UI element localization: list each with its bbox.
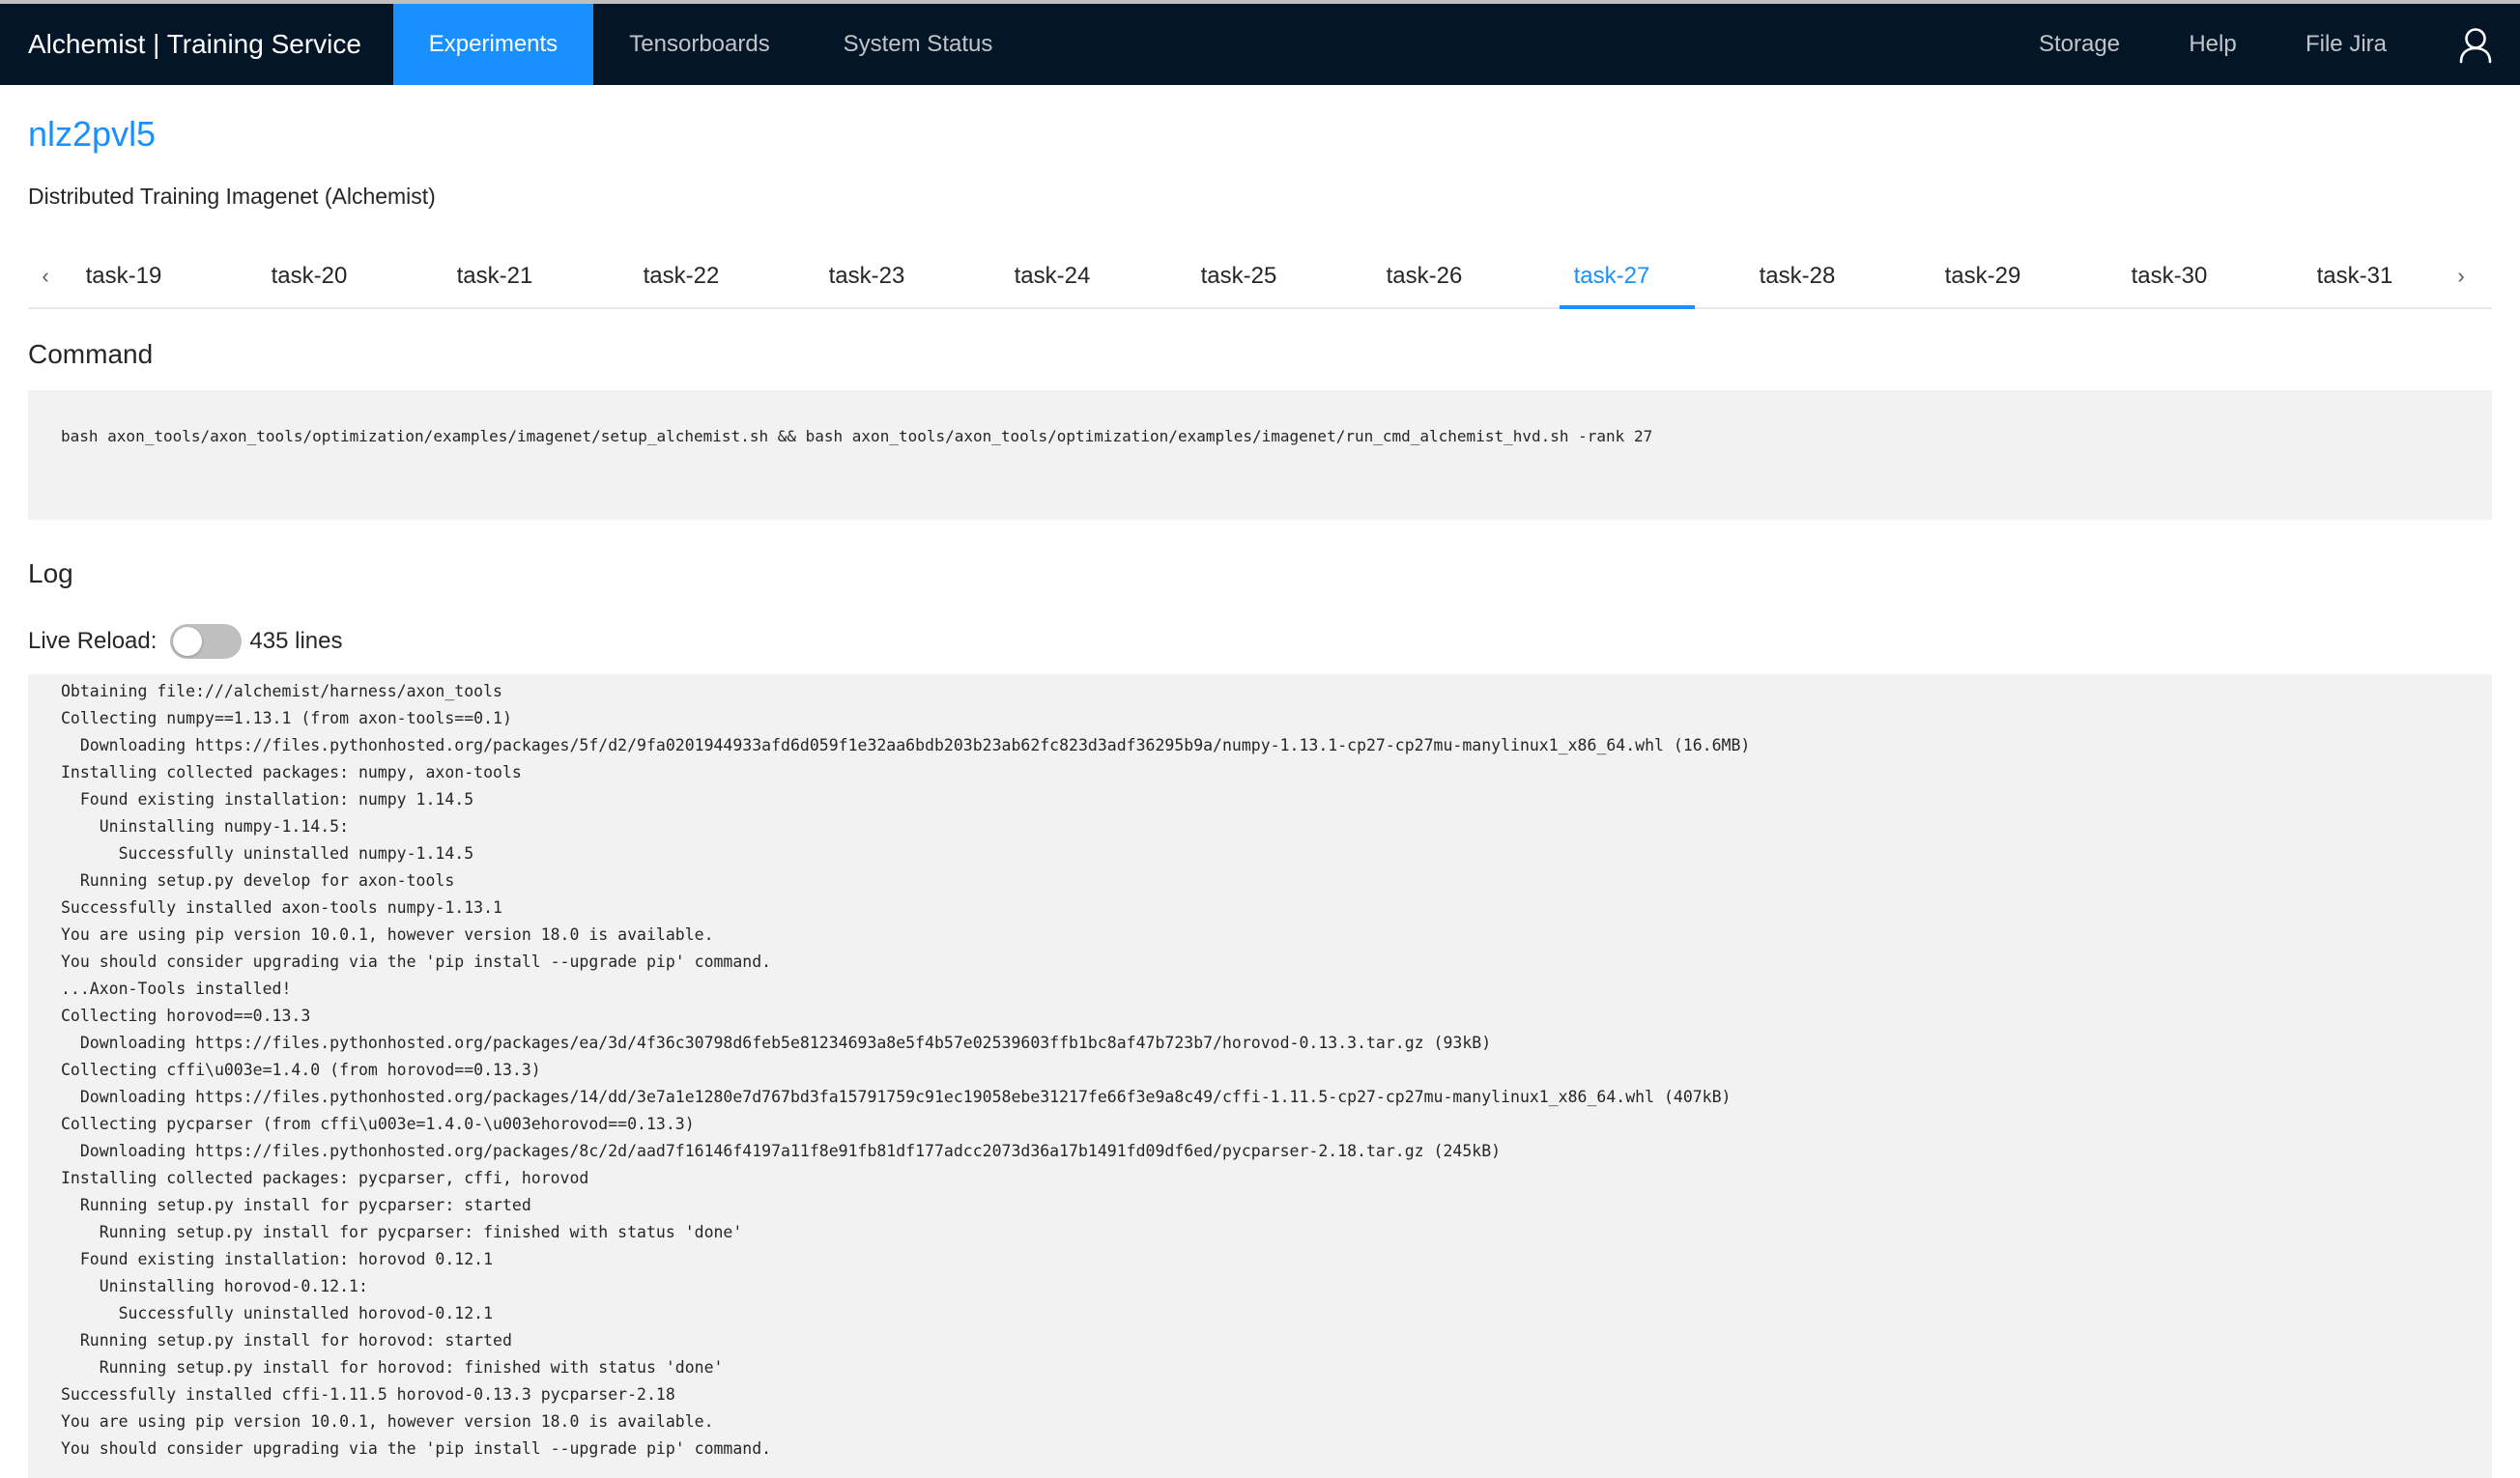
log-line: Obtaining file:///alchemist/harness/axon… (61, 682, 502, 700)
experiment-id: nlz2pvl5 (28, 114, 157, 154)
log-line: Running setup.py install for pycparser: … (61, 1196, 531, 1214)
log-line: Successfully installed cffi-1.11.5 horov… (61, 1385, 675, 1404)
log-line: Collecting pycparser (from cffi\u003e=1.… (61, 1115, 695, 1133)
log-line: You should consider upgrading via the 'p… (61, 1439, 772, 1458)
log-line: You are using pip version 10.0.1, howeve… (61, 1412, 714, 1431)
log-line-count: 435 lines (249, 628, 343, 654)
log-line: Found existing installation: numpy 1.14.… (61, 790, 474, 809)
log-section-title: Log (28, 558, 73, 588)
log-line: Downloading https://files.pythonhosted.o… (61, 736, 1751, 754)
nav-system-status[interactable]: System Status (806, 4, 1030, 85)
log-line: Successfully uninstalled horovod-0.12.1 (61, 1304, 494, 1322)
log-line: Collecting horovod==0.13.3 (61, 1007, 311, 1025)
log-line: Collecting cffi\u003e=1.4.0 (from horovo… (61, 1061, 541, 1079)
log-line: Downloading https://files.pythonhosted.o… (61, 1034, 1492, 1052)
live-reload-label: Live Reload: (28, 628, 158, 654)
tab-task-24[interactable]: task-24 (999, 245, 1105, 307)
nav-help[interactable]: Help (2147, 4, 2278, 85)
log-panel[interactable]: Obtaining file:///alchemist/harness/axon… (28, 674, 2492, 1478)
log-line: Installing collected packages: numpy, ax… (61, 763, 522, 782)
live-reload-toggle[interactable] (170, 624, 243, 659)
toggle-knob (173, 627, 203, 656)
tab-task-30[interactable]: task-30 (2116, 245, 2222, 307)
tab-task-31[interactable]: task-31 (2302, 245, 2408, 307)
tabs-prev-icon[interactable]: ‹ (28, 245, 63, 307)
tab-task-23[interactable]: task-23 (814, 245, 920, 307)
log-line: ...Axon-Tools installed! (61, 980, 292, 998)
log-line: Successfully installed axon-tools numpy-… (61, 898, 502, 917)
active-tab-indicator (1560, 305, 1695, 309)
tab-task-27[interactable]: task-27 (1559, 245, 1665, 307)
user-icon[interactable] (2458, 27, 2493, 64)
app-brand[interactable]: Alchemist | Training Service (28, 4, 361, 85)
tab-task-22[interactable]: task-22 (628, 245, 734, 307)
command-panel: bash axon_tools/axon_tools/optimization/… (28, 390, 2492, 520)
top-nav-bar: Alchemist | Training Service Experiments… (0, 0, 2520, 85)
tab-task-21[interactable]: task-21 (442, 245, 548, 307)
tab-task-29[interactable]: task-29 (1930, 245, 2036, 307)
tab-task-28[interactable]: task-28 (1744, 245, 1850, 307)
log-line: Uninstalling horovod-0.12.1: (61, 1277, 368, 1295)
log-line: Collecting numpy==1.13.1 (from axon-tool… (61, 709, 512, 727)
command-section-title: Command (28, 339, 154, 369)
tab-task-19[interactable]: task-19 (71, 245, 177, 307)
log-line: Running setup.py develop for axon-tools (61, 871, 455, 890)
log-line: Downloading https://files.pythonhosted.o… (61, 1142, 1502, 1160)
log-line: Running setup.py install for horovod: fi… (61, 1358, 724, 1377)
log-line: Uninstalling numpy-1.14.5: (61, 817, 350, 836)
log-line: Running setup.py install for pycparser: … (61, 1223, 743, 1241)
tab-task-26[interactable]: task-26 (1371, 245, 1477, 307)
live-reload-row: Live Reload: 435 lines (28, 624, 343, 659)
nav-file-jira[interactable]: File Jira (2278, 4, 2414, 85)
log-line: Downloading https://files.pythonhosted.o… (61, 1088, 1732, 1106)
tab-task-20[interactable]: task-20 (256, 245, 362, 307)
tabs-next-icon[interactable]: › (2444, 245, 2478, 307)
experiment-description: Distributed Training Imagenet (Alchemist… (28, 184, 436, 209)
tab-task-25[interactable]: task-25 (1186, 245, 1292, 307)
log-line: Successfully uninstalled numpy-1.14.5 (61, 844, 474, 863)
task-tabs: ‹ task-19 task-20 task-21 task-22 task-2… (28, 245, 2492, 309)
command-text: bash axon_tools/axon_tools/optimization/… (61, 427, 1653, 445)
nav-experiments[interactable]: Experiments (393, 4, 593, 85)
nav-storage[interactable]: Storage (2012, 4, 2147, 85)
log-line: Installing collected packages: pycparser… (61, 1169, 589, 1187)
log-line: You are using pip version 10.0.1, howeve… (61, 925, 714, 944)
log-line: Running setup.py install for horovod: st… (61, 1331, 512, 1350)
log-line: Found existing installation: horovod 0.1… (61, 1250, 494, 1268)
log-line: You should consider upgrading via the 'p… (61, 952, 772, 971)
nav-tensorboards[interactable]: Tensorboards (593, 4, 806, 85)
log-lines: Obtaining file:///alchemist/harness/axon… (61, 678, 1750, 1463)
